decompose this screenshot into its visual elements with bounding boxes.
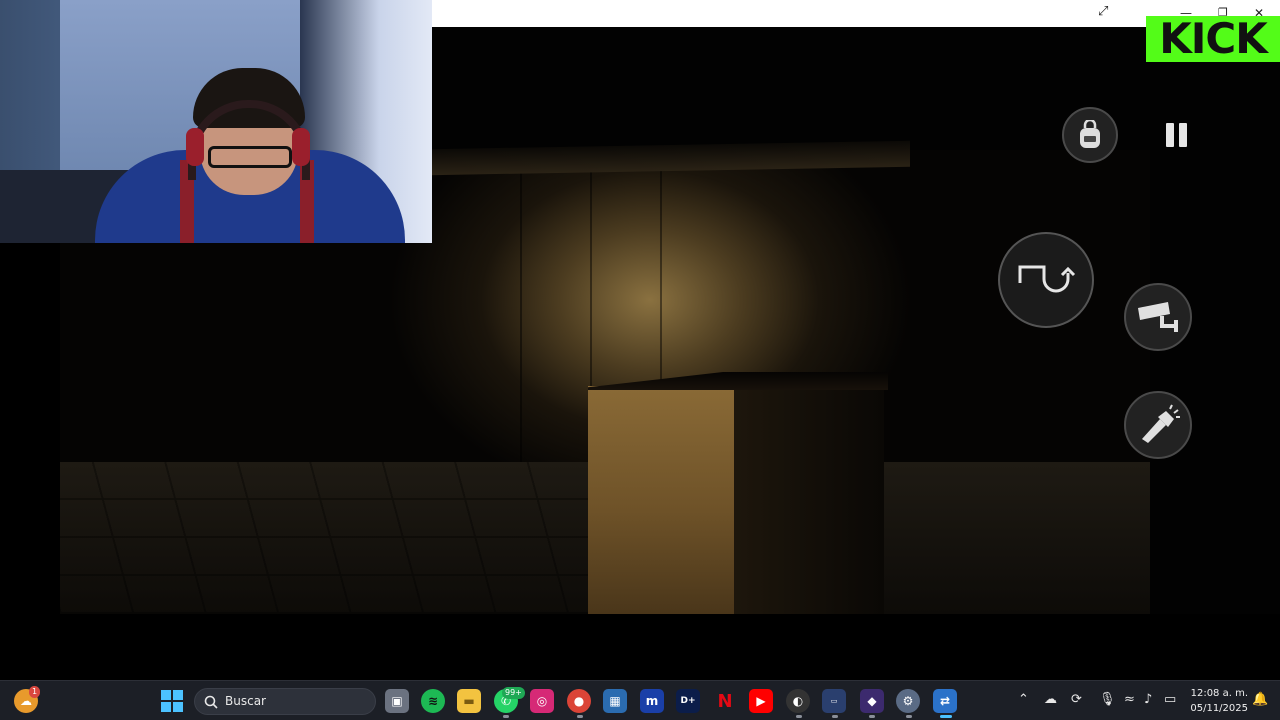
system-clock[interactable]: 12:08 a. m. 05/11/2025 — [1188, 686, 1248, 716]
pause-icon — [1166, 123, 1187, 147]
pause-button[interactable] — [1164, 122, 1190, 148]
youtube-icon[interactable]: ▶ — [749, 689, 773, 713]
floor-tiles — [60, 462, 660, 614]
search-box[interactable]: Buscar — [194, 688, 376, 715]
instagram-icon[interactable]: ◎ — [530, 689, 554, 713]
settings-icon[interactable]: ⚙ — [896, 689, 920, 713]
webcam-overlay — [0, 0, 432, 243]
running-indicator — [577, 715, 583, 718]
flashlight-icon — [1142, 404, 1180, 443]
running-indicator — [832, 715, 838, 718]
wooden-box — [588, 386, 734, 614]
taskbar: ☁ 1 Buscar ▣ ≋ ▬ ✆ 99+ ◎ ● ▦ m D+ N ▶ ◐ … — [0, 680, 1280, 720]
notification-badge: 1 — [29, 686, 41, 698]
app-icon[interactable]: ▭ — [822, 689, 846, 713]
task-view-icon[interactable]: ▣ — [385, 689, 409, 713]
netflix-icon[interactable]: N — [713, 689, 737, 713]
security-camera-icon — [1138, 302, 1178, 332]
app-icon[interactable]: ◐ — [786, 689, 810, 713]
glasses — [208, 146, 292, 168]
game-window: ⤢ — ❐ ✕ KICK ☁ 1 Buscar ▣ ≋ ▬ ✆ 99+ ◎ ● … — [0, 0, 1280, 720]
spotify-icon[interactable]: ≋ — [421, 689, 445, 713]
search-placeholder: Buscar — [225, 694, 266, 708]
chevron-up-icon[interactable]: ⌃ — [1018, 692, 1029, 707]
wifi-icon[interactable]: ≈ — [1124, 692, 1135, 707]
letterbox-bar — [0, 614, 1280, 680]
start-icon[interactable] — [160, 689, 184, 713]
microsoft-store-icon[interactable]: ▦ — [603, 689, 627, 713]
running-indicator — [869, 715, 875, 718]
active-indicator — [940, 715, 952, 718]
camera-button[interactable] — [1124, 283, 1192, 351]
microphone-icon[interactable]: 🎙 — [1099, 692, 1116, 707]
notification-bell-icon[interactable]: 🔔 — [1252, 692, 1268, 707]
expand-icon[interactable]: ⤢ — [1098, 3, 1108, 21]
backpack-icon — [1080, 120, 1100, 148]
headphone-cup — [292, 128, 310, 166]
turn-around-icon — [1018, 265, 1076, 293]
chrome-icon[interactable]: ● — [567, 689, 591, 713]
onedrive-icon[interactable]: ☁ — [1044, 692, 1057, 707]
running-indicator — [906, 715, 912, 718]
app-m-icon[interactable]: m — [640, 689, 664, 713]
search-icon — [204, 695, 218, 709]
battery-icon[interactable]: ▭ — [1164, 692, 1176, 707]
whatsapp-badge: 99+ — [502, 687, 525, 699]
flashlight-button[interactable] — [1124, 391, 1192, 459]
volume-icon[interactable]: ♪ — [1144, 692, 1152, 707]
clock-date: 05/11/2025 — [1190, 703, 1248, 714]
running-indicator — [503, 715, 509, 718]
disney-plus-icon[interactable]: D+ — [676, 689, 700, 713]
network-app-icon[interactable]: ⇄ — [933, 689, 957, 713]
file-explorer-icon[interactable]: ▬ — [457, 689, 481, 713]
wall-plank — [520, 165, 522, 465]
clock-time: 12:08 a. m. — [1190, 688, 1248, 699]
kick-logo: KICK — [1146, 16, 1280, 62]
sync-icon[interactable]: ⟳ — [1071, 692, 1082, 707]
box-side — [734, 376, 884, 614]
backpack-button[interactable] — [1062, 107, 1118, 163]
turn-around-button[interactable] — [998, 232, 1094, 328]
headphone-cup — [186, 128, 204, 166]
running-indicator — [796, 715, 802, 718]
app-icon[interactable]: ◆ — [860, 689, 884, 713]
